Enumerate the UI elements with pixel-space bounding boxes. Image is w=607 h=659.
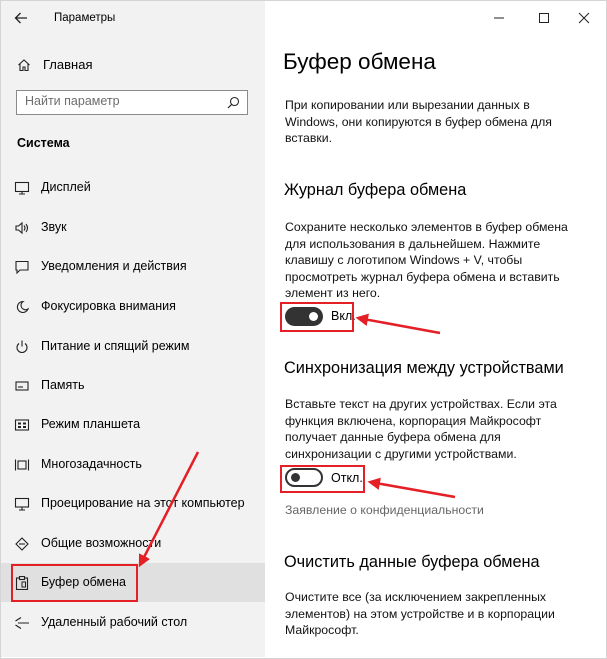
sync-heading: Синхронизация между устройствами <box>284 359 564 377</box>
sidebar-item-label: Удаленный рабочий стол <box>41 615 188 629</box>
window-title: Параметры <box>54 12 116 24</box>
remote-desktop-icon <box>14 616 30 630</box>
home-label: Главная <box>43 57 93 72</box>
highlight-box-history-toggle <box>280 302 354 332</box>
highlight-box-clipboard-item <box>11 564 138 602</box>
sidebar-item-label: Звук <box>41 220 67 234</box>
shared-experiences-icon <box>14 537 30 551</box>
clear-clipboard-heading: Очистить данные буфера обмена <box>284 553 540 571</box>
search-input[interactable] <box>25 94 215 108</box>
clipboard-history-heading: Журнал буфера обмена <box>284 181 467 199</box>
clear-clipboard-description: Очистите все (за исключением закрепленны… <box>285 590 555 637</box>
back-arrow-icon[interactable] <box>11 8 31 28</box>
settings-search-box[interactable] <box>16 90 248 115</box>
tablet-mode-icon <box>14 418 30 432</box>
sidebar-item-multitasking[interactable]: Многозадачность <box>1 445 265 484</box>
sidebar-item-power-sleep[interactable]: Питание и спящий режим <box>1 327 265 366</box>
clipboard-history-description: Сохраните несколько элементов в буфер об… <box>285 220 568 300</box>
maximize-icon[interactable] <box>534 8 554 28</box>
sidebar-item-sound[interactable]: Звук <box>1 208 265 247</box>
sidebar-item-notifications[interactable]: Уведомления и действия <box>1 247 265 286</box>
sidebar-item-label: Многозадачность <box>41 457 142 471</box>
page-title: Буфер обмена <box>283 49 436 74</box>
sidebar-item-projecting[interactable]: Проецирование на этот компьютер <box>1 484 265 523</box>
sidebar-item-label: Дисплей <box>41 180 91 194</box>
section-title-system: Система <box>17 136 70 150</box>
sidebar-item-remote-desktop[interactable]: Удаленный рабочий стол <box>1 603 265 642</box>
power-icon <box>14 340 30 354</box>
sidebar-item-label: Фокусировка внимания <box>41 299 176 313</box>
sidebar-item-label: Уведомления и действия <box>41 259 187 273</box>
storage-icon <box>14 379 30 393</box>
display-icon <box>14 181 30 195</box>
sync-description: Вставьте текст на других устройствах. Ес… <box>285 397 557 461</box>
sidebar-item-home[interactable]: Главная <box>14 53 254 77</box>
multitasking-icon <box>14 458 30 472</box>
projecting-icon <box>14 497 30 511</box>
search-icon[interactable] <box>227 96 240 114</box>
sidebar-item-tablet-mode[interactable]: Режим планшета <box>1 405 265 444</box>
focus-assist-icon <box>14 300 30 314</box>
title-bar: Параметры <box>1 1 265 35</box>
sidebar-item-shared-experiences[interactable]: Общие возможности <box>1 524 265 563</box>
sidebar-item-label: Память <box>41 378 85 392</box>
sidebar-item-storage[interactable]: Память <box>1 366 265 405</box>
notifications-icon <box>14 260 30 275</box>
home-icon <box>17 58 31 77</box>
sidebar-item-display[interactable]: Дисплей <box>1 168 265 207</box>
sidebar: Параметры Главная Система Дисплей Звук У… <box>1 1 265 657</box>
sidebar-item-focus-assist[interactable]: Фокусировка внимания <box>1 287 265 326</box>
privacy-statement-link[interactable]: Заявление о конфиденциальности <box>285 503 484 517</box>
sidebar-item-label: Режим планшета <box>41 417 141 431</box>
intro-text: При копировании или вырезании данных в W… <box>285 98 552 145</box>
sidebar-item-label: Питание и спящий режим <box>41 339 190 353</box>
highlight-box-sync-toggle <box>280 465 365 493</box>
sidebar-item-label: Общие возможности <box>41 536 162 550</box>
sidebar-item-label: Проецирование на этот компьютер <box>41 496 245 510</box>
close-icon[interactable] <box>574 8 594 28</box>
speaker-icon <box>14 221 30 235</box>
minimize-icon[interactable] <box>489 8 509 28</box>
